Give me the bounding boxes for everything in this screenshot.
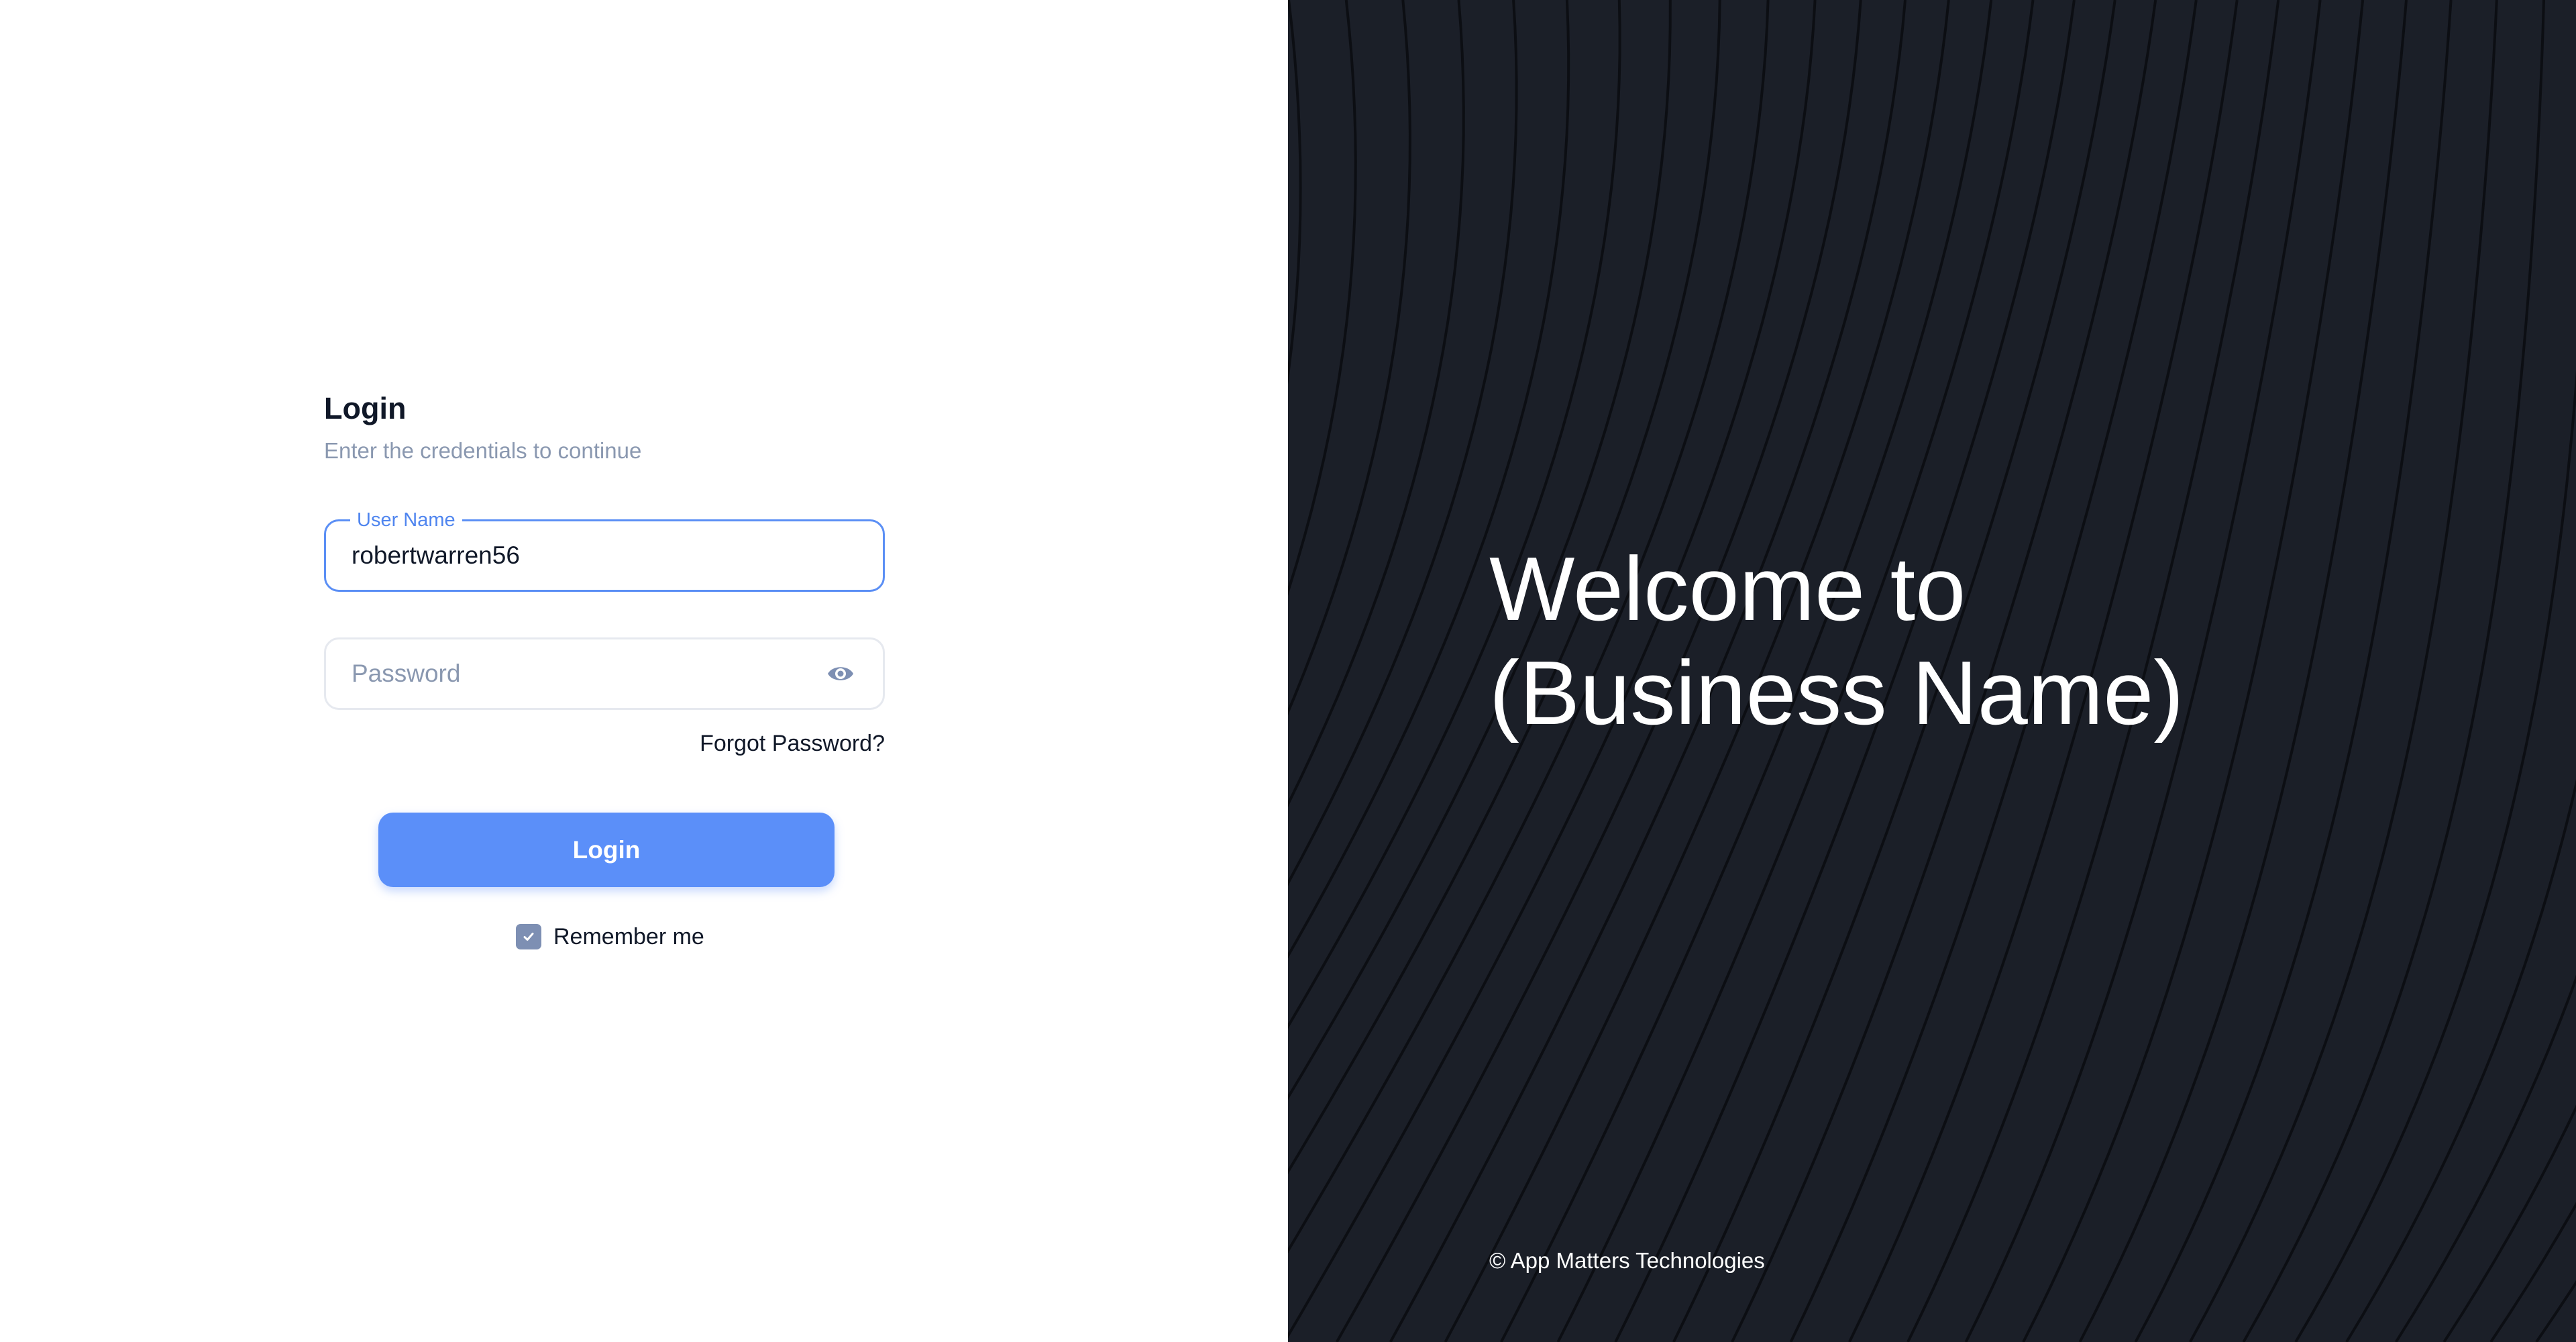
wave-line (2489, 1202, 2576, 1342)
remember-me-row[interactable]: Remember me (516, 921, 704, 953)
password-field[interactable] (324, 637, 885, 710)
password-input[interactable] (352, 639, 808, 708)
wave-line (2443, 1104, 2576, 1342)
welcome-heading: Welcome to (Business Name) (1489, 537, 2184, 745)
login-subtitle: Enter the credentials to continue (324, 438, 642, 463)
eye-icon[interactable] (826, 662, 855, 685)
check-icon (523, 933, 534, 941)
username-field[interactable]: User Name (324, 507, 885, 592)
remember-me-checkbox[interactable] (516, 924, 541, 949)
welcome-panel: Welcome to (Business Name) © App Matters… (1288, 0, 2576, 1342)
login-panel: Login Enter the credentials to continue … (0, 0, 1288, 1342)
username-input[interactable] (352, 521, 808, 590)
wave-line (2535, 1280, 2576, 1342)
login-button[interactable]: Login (378, 813, 835, 887)
wave-line (1288, 0, 1357, 596)
welcome-line-1: Welcome to (1489, 538, 1966, 639)
wave-line (1288, 0, 1465, 808)
copyright-text: © App Matters Technologies (1489, 1248, 1765, 1273)
forgot-password-link[interactable]: Forgot Password? (700, 727, 885, 760)
wave-line (1288, 0, 1302, 385)
welcome-line-2: (Business Name) (1489, 642, 2184, 743)
wave-line (1288, 0, 1518, 886)
login-title: Login (324, 391, 407, 425)
remember-me-label: Remember me (553, 923, 704, 949)
